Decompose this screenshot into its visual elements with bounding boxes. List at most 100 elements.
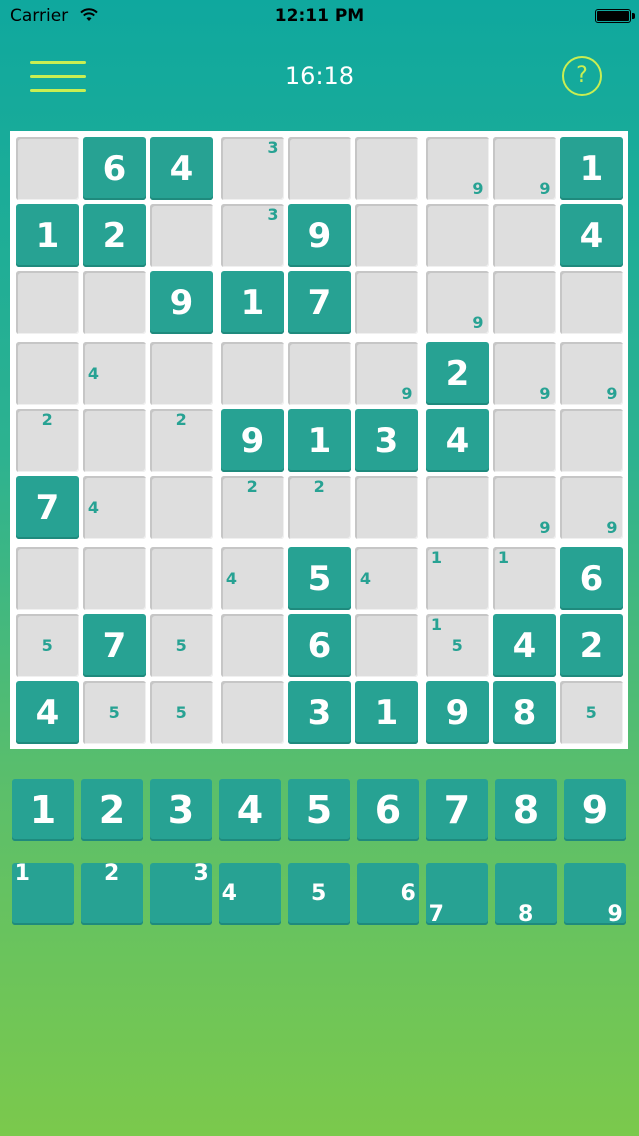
sudoku-cell[interactable]: 2 [83,204,146,267]
sudoku-cell[interactable] [83,271,146,334]
sudoku-cell[interactable]: 9 [426,681,489,744]
sudoku-cell[interactable]: 9 [426,271,489,334]
sudoku-cell[interactable]: 4 [426,409,489,472]
sudoku-cell[interactable] [221,681,284,744]
sudoku-cell[interactable]: 9 [493,342,556,405]
sudoku-cell[interactable]: 5 [560,681,623,744]
sudoku-cell[interactable]: 7 [288,271,351,334]
sudoku-cell[interactable] [355,614,418,677]
sudoku-cell[interactable]: 4 [221,547,284,610]
sudoku-cell[interactable]: 9 [560,476,623,539]
sudoku-cell[interactable] [355,476,418,539]
sudoku-cell[interactable]: 5 [288,547,351,610]
sudoku-cell[interactable]: 4 [83,342,146,405]
sudoku-cell[interactable]: 9 [493,476,556,539]
sudoku-cell[interactable]: 15 [426,614,489,677]
sudoku-cell[interactable]: 2 [16,409,79,472]
sudoku-cell[interactable] [16,137,79,200]
sudoku-cell[interactable]: 5 [16,614,79,677]
sudoku-cell[interactable]: 4 [560,204,623,267]
sudoku-cell[interactable] [150,204,213,267]
note-button-1[interactable]: 1 [12,861,74,925]
sudoku-cell[interactable]: 3 [221,137,284,200]
sudoku-cell[interactable]: 4 [355,547,418,610]
number-button-1[interactable]: 1 [12,779,74,841]
note-button-9[interactable]: 9 [564,863,626,927]
sudoku-cell[interactable]: 9 [150,271,213,334]
sudoku-cell[interactable]: 1 [288,409,351,472]
sudoku-cell[interactable]: 5 [83,681,146,744]
sudoku-cell[interactable] [150,342,213,405]
sudoku-cell[interactable] [560,409,623,472]
sudoku-cell[interactable]: 2 [150,409,213,472]
number-button-6[interactable]: 6 [357,779,419,841]
sudoku-cell[interactable]: 8 [493,681,556,744]
number-button-5[interactable]: 5 [288,779,350,841]
sudoku-cell[interactable]: 6 [288,614,351,677]
number-button-4[interactable]: 4 [219,779,281,841]
sudoku-cell[interactable] [83,409,146,472]
sudoku-cell[interactable] [150,547,213,610]
sudoku-cell[interactable] [426,476,489,539]
sudoku-cell[interactable]: 4 [83,476,146,539]
note-button-2[interactable]: 2 [81,861,143,925]
sudoku-cell[interactable] [221,342,284,405]
sudoku-cell[interactable]: 9 [493,137,556,200]
sudoku-cell[interactable]: 3 [288,681,351,744]
sudoku-cell[interactable]: 1 [560,137,623,200]
sudoku-cell[interactable]: 1 [355,681,418,744]
sudoku-cell[interactable] [16,342,79,405]
sudoku-cell[interactable]: 2 [221,476,284,539]
sudoku-cell[interactable] [426,204,489,267]
note-button-5[interactable]: 5 [288,863,350,925]
sudoku-cell[interactable] [493,204,556,267]
sudoku-cell[interactable]: 6 [83,137,146,200]
number-button-8[interactable]: 8 [495,779,557,841]
number-button-7[interactable]: 7 [426,779,488,841]
number-button-3[interactable]: 3 [150,779,212,841]
sudoku-cell[interactable] [83,547,146,610]
sudoku-cell[interactable]: 1 [426,547,489,610]
sudoku-cell[interactable]: 1 [221,271,284,334]
number-button-2[interactable]: 2 [81,779,143,841]
sudoku-cell[interactable]: 5 [150,681,213,744]
sudoku-cell[interactable] [288,342,351,405]
sudoku-cell[interactable]: 3 [221,204,284,267]
sudoku-cell[interactable] [150,476,213,539]
note-button-6[interactable]: 6 [357,863,419,925]
sudoku-cell[interactable]: 2 [426,342,489,405]
sudoku-cell[interactable]: 9 [221,409,284,472]
sudoku-cell[interactable]: 4 [150,137,213,200]
sudoku-cell[interactable] [355,271,418,334]
sudoku-cell[interactable] [16,547,79,610]
sudoku-cell[interactable]: 5 [150,614,213,677]
sudoku-cell[interactable] [560,271,623,334]
question-circle-icon[interactable]: ? [562,56,602,96]
sudoku-cell[interactable]: 4 [16,681,79,744]
sudoku-cell[interactable]: 7 [16,476,79,539]
sudoku-cell[interactable]: 1 [16,204,79,267]
sudoku-cell[interactable]: 4 [493,614,556,677]
number-button-9[interactable]: 9 [564,779,626,841]
sudoku-cell[interactable]: 9 [355,342,418,405]
note-button-4[interactable]: 4 [219,863,281,925]
sudoku-cell[interactable] [355,204,418,267]
note-button-8[interactable]: 8 [495,863,557,927]
sudoku-cell[interactable]: 7 [83,614,146,677]
sudoku-cell[interactable] [493,409,556,472]
sudoku-cell[interactable]: 3 [355,409,418,472]
note-button-7[interactable]: 7 [426,863,488,927]
note-button-3[interactable]: 3 [150,861,212,925]
sudoku-cell[interactable] [355,137,418,200]
sudoku-cell[interactable]: 9 [426,137,489,200]
sudoku-cell[interactable] [221,614,284,677]
sudoku-cell[interactable]: 9 [288,204,351,267]
sudoku-cell[interactable]: 6 [560,547,623,610]
sudoku-cell[interactable]: 1 [493,547,556,610]
sudoku-cell[interactable]: 2 [560,614,623,677]
sudoku-cell[interactable]: 2 [288,476,351,539]
sudoku-cell[interactable] [493,271,556,334]
sudoku-cell[interactable]: 9 [560,342,623,405]
sudoku-cell[interactable] [288,137,351,200]
sudoku-cell[interactable] [16,271,79,334]
